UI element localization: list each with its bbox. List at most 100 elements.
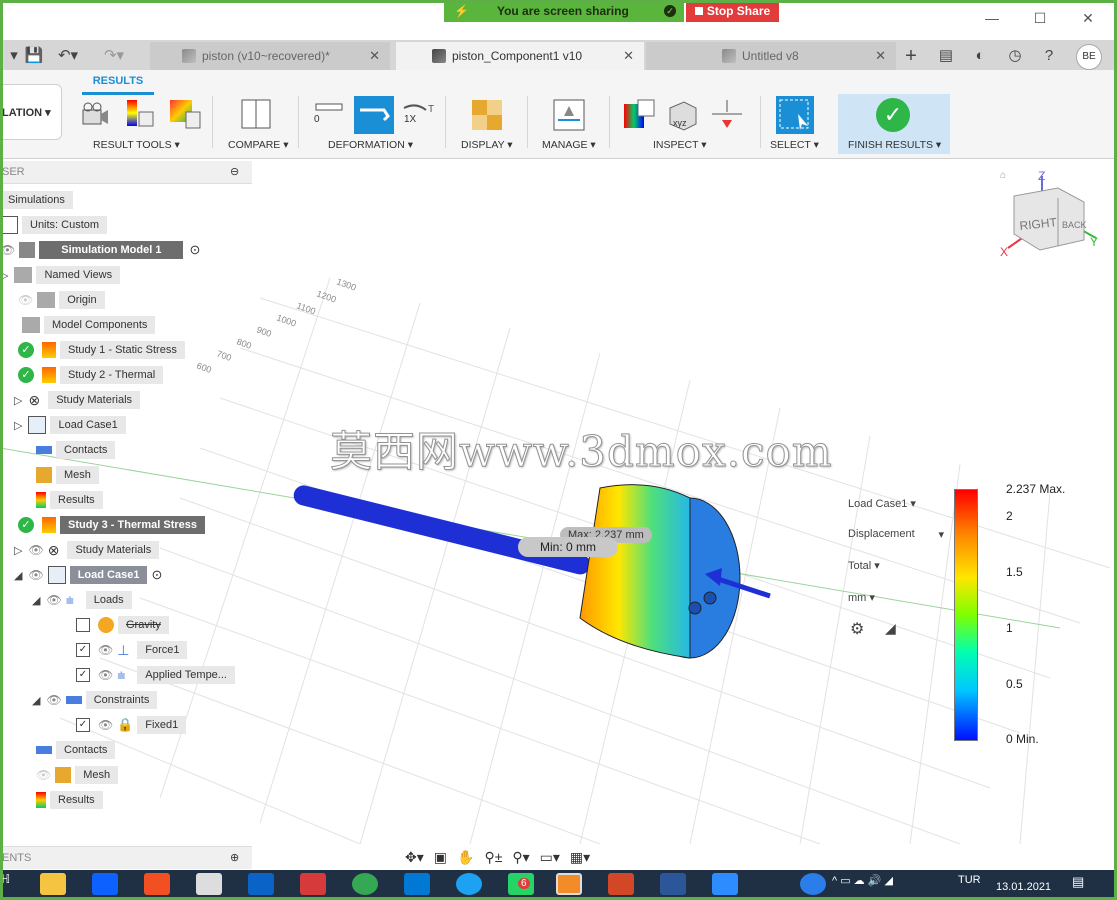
- eye-icon[interactable]: 👁: [0, 243, 15, 257]
- deformation-menu[interactable]: DEFORMATION ▾: [328, 139, 413, 151]
- eye-icon[interactable]: 👁: [28, 568, 43, 582]
- finish-results-menu[interactable]: FINISH RESULTS ▾: [848, 139, 941, 151]
- deformation-adjusted-button[interactable]: [354, 96, 394, 134]
- tree-item-study-materials[interactable]: ▷ ⊗ Study Materials: [14, 389, 141, 411]
- tree-item-loads[interactable]: ◢ 👁 ⩧ Loads: [32, 589, 132, 611]
- input-language[interactable]: TUR: [958, 874, 981, 886]
- workspace-switcher[interactable]: LATION ▾: [0, 84, 62, 140]
- probes-icon[interactable]: [168, 98, 201, 129]
- save-icon[interactable]: 💾: [22, 44, 46, 68]
- collapse-browser-icon[interactable]: ⊖: [230, 165, 239, 178]
- pan-icon[interactable]: ✋: [457, 849, 474, 866]
- notifications-icon[interactable]: ◷: [1003, 44, 1027, 68]
- expand-icon[interactable]: ▷: [0, 269, 8, 282]
- result-legend-icon[interactable]: [125, 98, 155, 128]
- tray-icons[interactable]: ^ ▭ ☁ 🔊 ◢: [832, 874, 893, 887]
- mail-icon[interactable]: [404, 873, 430, 895]
- eye-icon[interactable]: 👁: [46, 693, 61, 707]
- component-dropdown[interactable]: Total ▾: [848, 559, 880, 572]
- tree-item-results[interactable]: Results: [36, 489, 103, 511]
- compare-icon[interactable]: [240, 98, 272, 130]
- close-tab-icon[interactable]: ✕: [369, 48, 380, 64]
- eye-icon[interactable]: 👁: [98, 668, 113, 682]
- tab-piston-recovered[interactable]: piston (v10~recovered)* ✕: [150, 42, 390, 70]
- inspect-menu[interactable]: INSPECT ▾: [653, 139, 707, 151]
- home-view-icon[interactable]: ⌂: [1000, 170, 1006, 181]
- inspect-icon[interactable]: [622, 98, 656, 132]
- user-avatar[interactable]: BE: [1076, 44, 1102, 70]
- dropbox-icon[interactable]: [92, 873, 118, 895]
- expand-icon[interactable]: ▷: [14, 544, 22, 557]
- display-icon[interactable]: [470, 98, 504, 132]
- file-explorer-icon[interactable]: [40, 873, 66, 895]
- zoom-icon[interactable]: ⚲±: [484, 849, 502, 866]
- tree-item-mesh[interactable]: Mesh: [36, 464, 99, 486]
- notification-center-icon[interactable]: ▤: [1072, 874, 1084, 890]
- tab-piston-component[interactable]: piston_Component1 v10 ✕: [396, 42, 644, 70]
- extensions-icon[interactable]: ◐: [968, 44, 992, 68]
- load-case-dropdown[interactable]: Load Case1 ▾: [848, 497, 916, 510]
- minimize-button[interactable]: —: [977, 10, 1007, 30]
- tree-item-gravity[interactable]: Gravity: [76, 614, 169, 636]
- activate-radio-icon[interactable]: ⊙: [189, 242, 200, 258]
- cube-face-back[interactable]: BACK: [1062, 220, 1087, 230]
- result-type-dropdown[interactable]: Displacement ▾: [848, 528, 944, 541]
- result-tools-menu[interactable]: RESULT TOOLS ▾: [93, 139, 180, 151]
- eye-icon[interactable]: 👁: [98, 718, 113, 732]
- collapse-icon[interactable]: ◢: [32, 594, 40, 607]
- grid-settings-icon[interactable]: ▦▾: [570, 849, 590, 866]
- tree-item-study-3[interactable]: ✓ Study 3 - Thermal Stress: [18, 514, 205, 536]
- display-settings-icon[interactable]: ▭▾: [540, 849, 560, 866]
- expand-icon[interactable]: ▷: [14, 394, 22, 407]
- compare-menu[interactable]: COMPARE ▾: [228, 139, 289, 151]
- close-tab-icon[interactable]: ✕: [875, 48, 886, 64]
- expand-icon[interactable]: ▷: [14, 419, 22, 432]
- tree-item-constraints[interactable]: ◢ 👁 Constraints: [32, 689, 158, 711]
- legend-settings-icon[interactable]: ⚙: [850, 619, 864, 639]
- manage-icon[interactable]: [552, 98, 586, 132]
- search-icon[interactable]: ℍ: [0, 872, 10, 886]
- tree-item-units[interactable]: Units: Custom: [0, 214, 108, 236]
- tree-item-simulations[interactable]: Simulations: [0, 189, 73, 211]
- store-icon[interactable]: [144, 873, 170, 895]
- help-icon[interactable]: ?: [1037, 44, 1061, 68]
- tab-untitled[interactable]: Untitled v8 ✕: [646, 42, 896, 70]
- zoom-app-icon[interactable]: [712, 873, 738, 895]
- clock-date[interactable]: 13.01.2021: [996, 881, 1051, 893]
- tree-item-named-views[interactable]: ▷ Named Views: [0, 264, 121, 286]
- manage-menu[interactable]: MANAGE ▾: [542, 139, 596, 151]
- select-menu[interactable]: SELECT ▾: [770, 139, 819, 151]
- maximize-button[interactable]: ☐: [1025, 10, 1055, 30]
- tree-item-load-case[interactable]: ▷ Load Case1: [14, 414, 126, 436]
- tree-item-study-2[interactable]: ✓ Study 2 - Thermal: [18, 364, 164, 386]
- collapse-icon[interactable]: ◢: [32, 694, 40, 707]
- word-icon[interactable]: [660, 873, 686, 895]
- visibility-checkbox[interactable]: ✓: [76, 643, 90, 657]
- office-icon[interactable]: [608, 873, 634, 895]
- undo-icon[interactable]: ↶▾: [56, 44, 80, 68]
- tree-item-applied-temperature[interactable]: ✓ 👁 ⩧ Applied Tempe...: [76, 664, 235, 686]
- surface-probe-icon[interactable]: [710, 98, 744, 132]
- eye-icon[interactable]: 👁: [98, 643, 113, 657]
- tree-item-fixed1[interactable]: ✓ 👁 🔒 Fixed1: [76, 714, 187, 736]
- visibility-checkbox[interactable]: ✓: [76, 668, 90, 682]
- animate-icon[interactable]: [80, 100, 110, 130]
- tree-item-study-1[interactable]: ✓ Study 1 - Static Stress: [18, 339, 185, 361]
- select-button[interactable]: [776, 96, 814, 134]
- tree-item-contacts[interactable]: Contacts: [36, 439, 116, 461]
- job-status-icon[interactable]: ▤: [934, 44, 958, 68]
- tree-item-force1[interactable]: ✓ 👁 ⊥ Force1: [76, 639, 188, 661]
- close-tab-icon[interactable]: ✕: [623, 48, 634, 64]
- tree-item-load-case-3[interactable]: ◢ 👁 Load Case1 ⊙: [14, 564, 162, 586]
- collapse-icon[interactable]: ◢: [14, 569, 22, 582]
- fit-icon[interactable]: ⚲▾: [512, 849, 529, 866]
- fusion360-icon[interactable]: [556, 873, 582, 895]
- piston-skirt[interactable]: [579, 484, 691, 659]
- visibility-checkbox[interactable]: [76, 618, 90, 632]
- add-comment-icon[interactable]: ⊕: [230, 851, 239, 864]
- look-at-icon[interactable]: ▣: [434, 849, 447, 866]
- tree-item-results-3[interactable]: Results: [36, 789, 103, 811]
- visibility-checkbox[interactable]: ✓: [76, 718, 90, 732]
- chrome-icon[interactable]: [352, 873, 378, 895]
- yandex-icon[interactable]: [300, 873, 326, 895]
